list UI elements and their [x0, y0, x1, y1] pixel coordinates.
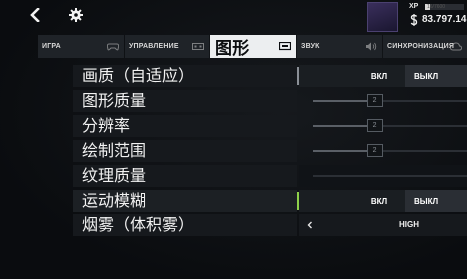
tab-game[interactable]: ИГРА — [38, 35, 124, 58]
controls-icon — [192, 43, 204, 50]
tab-label: ЗВУК — [301, 43, 320, 50]
slider-handle[interactable]: 2 — [366, 144, 383, 157]
tab-label: СИНХРОНИЗАЦИЯ — [387, 43, 455, 50]
chevron-left-icon — [307, 221, 312, 229]
setting-label: 画质（自适应） — [73, 65, 297, 87]
slider-handle[interactable]: 2 — [366, 94, 383, 107]
toggle-off-button[interactable]: ВЫКЛ — [405, 65, 467, 87]
money-balance: 83.797.14 — [422, 14, 467, 25]
setting-row-resolution: 分辨率 2 — [73, 115, 467, 137]
tab-graphics[interactable]: 图形 — [210, 35, 296, 58]
motion-blur-toggle: ВКЛ ВЫКЛ — [299, 190, 467, 212]
toggle-on-button[interactable]: ВКЛ — [299, 190, 405, 212]
adaptive-quality-toggle: ВКЛ ВЫКЛ — [299, 65, 467, 87]
speaker-icon — [366, 42, 377, 51]
display-icon — [279, 42, 291, 51]
player-profile[interactable]: XP 16/7600 83.797.14 — [367, 0, 467, 34]
setting-row-motion-blur: 运动模糊 ВКЛ ВЫКЛ — [73, 190, 467, 212]
cloud-icon — [450, 42, 462, 51]
setting-label: 分辨率 — [73, 115, 297, 137]
slider-track — [313, 175, 467, 177]
gamepad-icon — [107, 43, 119, 51]
chevron-left-icon — [30, 8, 40, 22]
slider-fill — [313, 150, 375, 152]
texture-quality-control[interactable] — [299, 165, 467, 187]
volumetric-fog-control: HIGH — [299, 214, 467, 236]
toggle-off-button[interactable]: ВЫКЛ — [405, 190, 467, 212]
resolution-control: 2 — [299, 115, 467, 137]
resolution-slider[interactable]: 2 — [313, 115, 467, 137]
toggle-on-button[interactable]: ВКЛ — [299, 65, 405, 87]
setting-label: 图形质量 — [73, 90, 297, 112]
tab-sync[interactable]: СИНХРОНИЗАЦИЯ — [383, 35, 467, 58]
setting-row-texture-quality: 纹理质量 — [73, 165, 467, 187]
setting-row-graphics-quality: 图形质量 2 — [73, 90, 467, 112]
settings-tabs: ИГРА УПРАВЛЕНИЕ 图形 ЗВУК СИНХРОНИЗАЦИЯ — [38, 35, 467, 58]
setting-row-draw-distance: 绘制范围 2 — [73, 140, 467, 162]
setting-label: 绘制范围 — [73, 140, 297, 162]
fog-quality-picker[interactable]: HIGH — [299, 214, 467, 236]
slider-fill — [313, 100, 375, 102]
draw-distance-control: 2 — [299, 140, 467, 162]
setting-row-adaptive-quality: 画质（自适应） ВКЛ ВЫКЛ — [73, 65, 467, 87]
setting-label: 纹理质量 — [73, 165, 297, 187]
tab-label: УПРАВЛЕНИЕ — [129, 43, 179, 50]
previous-option-button[interactable] — [303, 214, 317, 236]
tab-sound[interactable]: ЗВУК — [297, 35, 382, 58]
top-bar: XP 16/7600 83.797.14 — [0, 0, 467, 34]
graphics-quality-slider[interactable]: 2 — [313, 90, 467, 112]
avatar[interactable] — [367, 2, 398, 32]
settings-button[interactable] — [65, 5, 87, 25]
picker-value: HIGH — [399, 220, 419, 229]
dollar-icon — [410, 14, 418, 26]
tab-controls[interactable]: УПРАВЛЕНИЕ — [125, 35, 209, 58]
draw-distance-slider[interactable]: 2 — [313, 140, 467, 162]
slider-fill — [313, 125, 375, 127]
xp-label: XP — [409, 3, 419, 10]
tab-label: ИГРА — [42, 43, 61, 50]
xp-progress-text: 16/7600 — [427, 4, 446, 10]
setting-row-volumetric-fog: 烟雾（体积雾） HIGH — [73, 214, 467, 236]
gear-icon — [69, 8, 83, 22]
tab-label: 图形 — [215, 39, 250, 58]
setting-label: 烟雾（体积雾） — [73, 214, 297, 236]
settings-screen: XP 16/7600 83.797.14 ИГРА УПРАВЛЕНИЕ 图形 … — [0, 0, 467, 279]
graphics-quality-control: 2 — [299, 90, 467, 112]
back-button[interactable] — [25, 5, 45, 25]
slider-handle[interactable]: 2 — [366, 119, 383, 132]
setting-label: 运动模糊 — [73, 190, 297, 212]
